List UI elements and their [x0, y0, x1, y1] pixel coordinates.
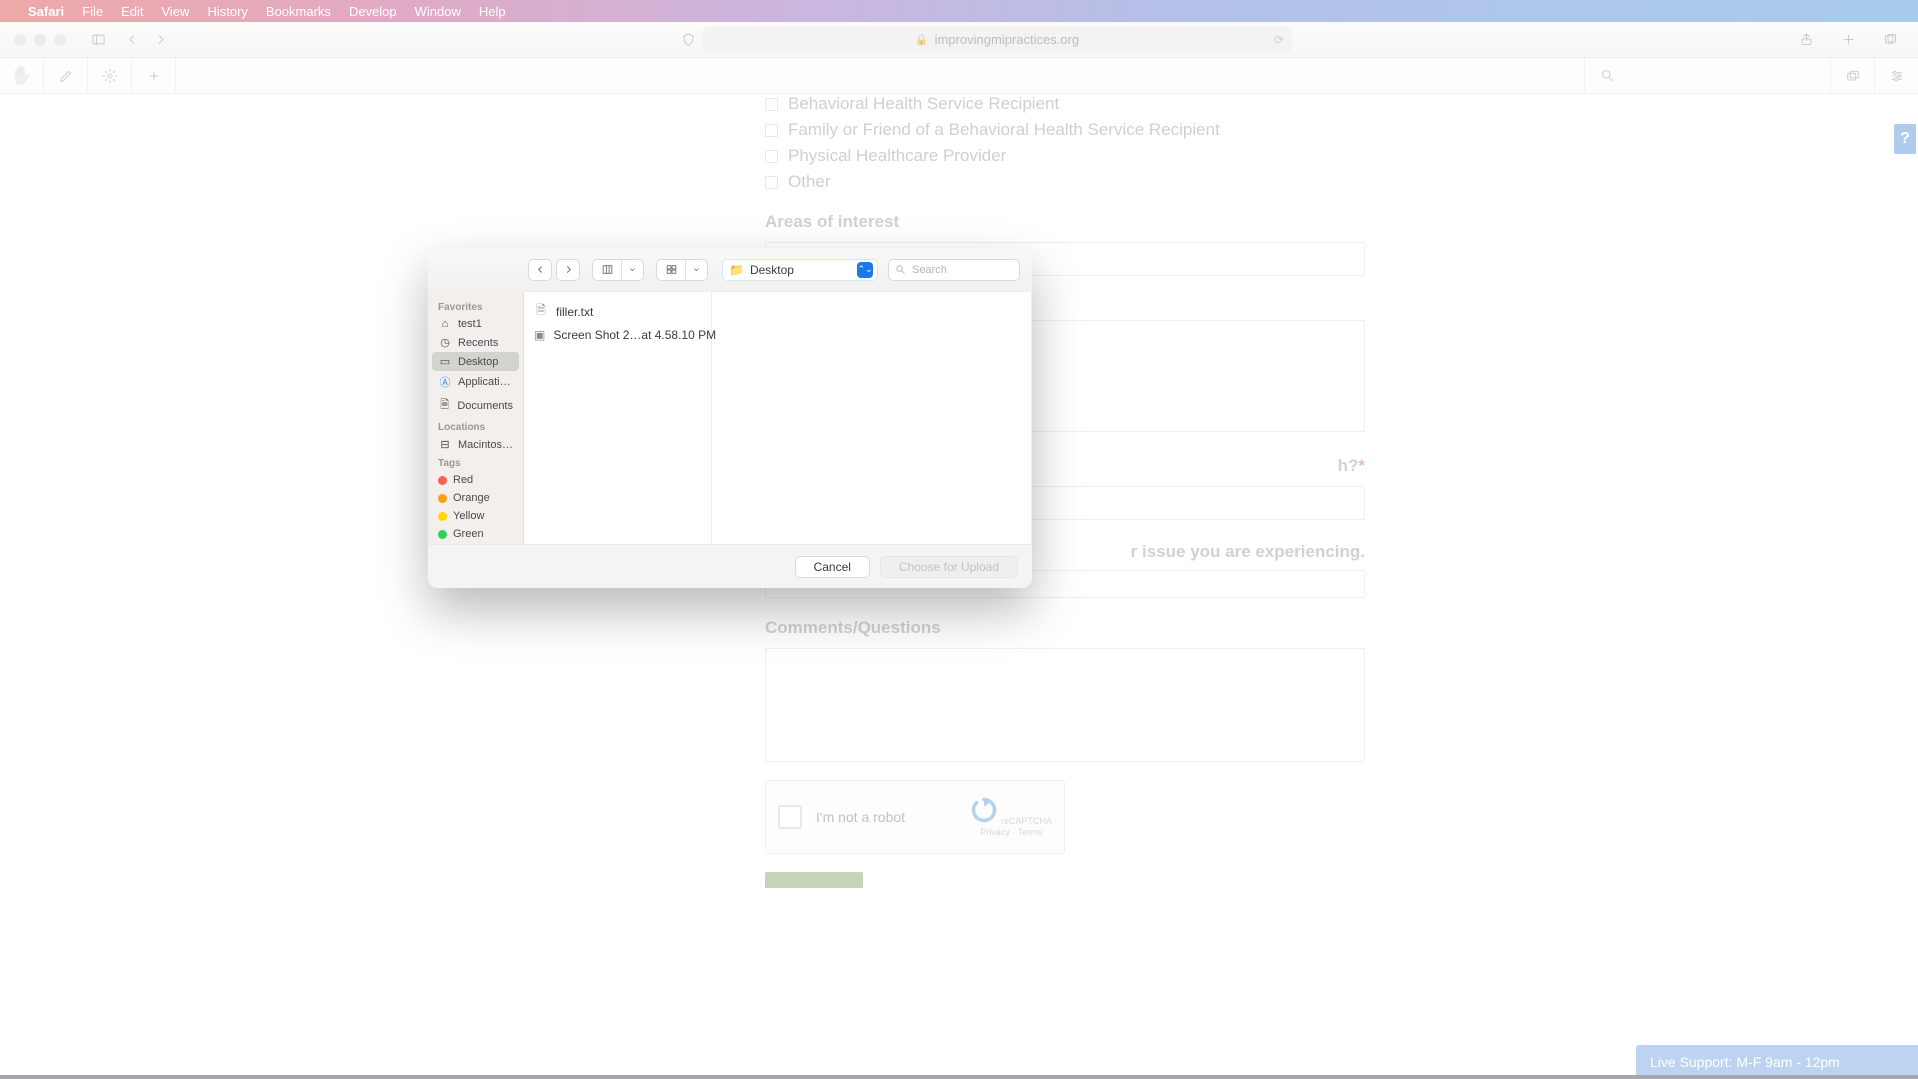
recaptcha-checkbox[interactable] — [778, 805, 802, 829]
checkbox-row[interactable]: Physical Healthcare Provider — [765, 146, 1375, 166]
forward-button[interactable] — [146, 29, 174, 51]
cancel-button[interactable]: Cancel — [795, 556, 870, 578]
reload-icon[interactable]: ⟳ — [1274, 33, 1284, 47]
sidebar-tag-red[interactable]: Red — [432, 471, 519, 489]
location-popup[interactable]: 📁 Desktop ⌃⌄ — [722, 259, 878, 281]
help-tab[interactable]: ? — [1892, 122, 1918, 156]
sidebar-heading-locations: Locations — [432, 418, 519, 435]
new-tab-icon[interactable] — [1834, 29, 1862, 51]
view-dropdown-icon[interactable] — [621, 260, 643, 280]
address-bar[interactable]: 🔒 improvingmipractices.org ⟳ — [702, 27, 1292, 53]
menu-view[interactable]: View — [162, 4, 190, 19]
sidebar-item-recents[interactable]: ◷Recents — [432, 333, 519, 352]
safari-toolbar: 🔒 improvingmipractices.org ⟳ — [0, 22, 1918, 58]
submit-button[interactable] — [765, 872, 863, 888]
file-row[interactable]: 🗎filler.txt — [524, 298, 711, 325]
tag-dot-icon — [438, 512, 447, 521]
sidebar-item-macintosh[interactable]: ⊟Macintos… — [432, 435, 519, 454]
macos-menubar: Safari File Edit View History Bookmarks … — [0, 0, 1918, 22]
tabs-overview-icon[interactable] — [1876, 29, 1904, 51]
window-traffic-lights[interactable] — [0, 34, 66, 46]
choose-for-upload-button[interactable]: Choose for Upload — [880, 556, 1018, 578]
dialog-footer: Cancel Choose for Upload — [428, 544, 1032, 588]
sidebar-item-desktop[interactable]: ▭Desktop — [432, 352, 519, 371]
gear-icon[interactable] — [88, 58, 132, 94]
layers-icon[interactable] — [1830, 58, 1874, 94]
url-text: improvingmipractices.org — [935, 32, 1080, 47]
checkbox-row[interactable]: Behavioral Health Service Recipient — [765, 94, 1375, 114]
checkbox-row[interactable]: Family or Friend of a Behavioral Health … — [765, 120, 1375, 140]
dialog-toolbar: 📁 Desktop ⌃⌄ Search — [428, 248, 1032, 292]
sidebar-heading-favorites: Favorites — [432, 298, 519, 315]
dialog-back-button[interactable] — [528, 259, 552, 281]
location-label: Desktop — [750, 263, 794, 277]
menu-history[interactable]: History — [207, 4, 247, 19]
file-column: 🗎filler.txt ▣Screen Shot 2…at 4.58.10 PM — [524, 292, 712, 544]
sidebar-item-applications[interactable]: ⒶApplicati… — [432, 371, 519, 393]
preview-column — [712, 292, 1032, 544]
recaptcha-logo: reCAPTCHAPrivacy · Terms — [970, 796, 1052, 838]
sidebar-tag-yellow[interactable]: Yellow — [432, 507, 519, 525]
apps-icon: Ⓐ — [438, 374, 452, 390]
share-icon[interactable] — [1792, 29, 1820, 51]
document-icon: 🗎 — [438, 396, 451, 415]
sidebar-tag-green[interactable]: Green — [432, 525, 519, 543]
sidebar-toggle-icon[interactable] — [84, 29, 112, 51]
recaptcha-label: I'm not a robot — [816, 809, 905, 825]
checkbox-label: Other — [788, 172, 831, 192]
hand-tool-icon[interactable]: ✋ — [0, 58, 44, 94]
dialog-sidebar: Favorites ⌂test1 ◷Recents ▭Desktop ⒶAppl… — [428, 292, 524, 544]
sidebar-item-documents[interactable]: 🗎Documents — [432, 393, 519, 418]
menu-bookmarks[interactable]: Bookmarks — [266, 4, 331, 19]
sliders-icon[interactable] — [1874, 58, 1918, 94]
search-placeholder: Search — [912, 264, 947, 276]
file-open-dialog: 📁 Desktop ⌃⌄ Search Favorites ⌂test1 ◷Re… — [428, 248, 1032, 588]
file-row[interactable]: ▣Screen Shot 2…at 4.58.10 PM — [524, 325, 711, 345]
view-columns-icon[interactable] — [593, 260, 621, 280]
privacy-report-icon[interactable] — [674, 29, 702, 51]
checkbox-row[interactable]: Other — [765, 172, 1375, 192]
menu-file[interactable]: File — [82, 4, 103, 19]
tag-dot-icon — [438, 494, 447, 503]
comments-textarea[interactable] — [765, 648, 1365, 762]
app-toolbar: ✋ — [0, 58, 1918, 94]
lock-icon: 🔒 — [915, 33, 929, 46]
recaptcha[interactable]: I'm not a robot reCAPTCHAPrivacy · Terms — [765, 780, 1065, 854]
file-icon: 🗎 — [534, 301, 548, 322]
checkbox-label: Behavioral Health Service Recipient — [788, 94, 1059, 114]
disk-icon: ⊟ — [438, 438, 452, 451]
app-name[interactable]: Safari — [28, 4, 64, 19]
comments-heading: Comments/Questions — [765, 618, 1375, 638]
sidebar-tag-orange[interactable]: Orange — [432, 489, 519, 507]
live-support-bar[interactable]: Live Support: M-F 9am - 12pm — [1636, 1045, 1918, 1079]
home-icon: ⌂ — [438, 318, 452, 330]
sidebar-heading-tags: Tags — [432, 454, 519, 471]
tag-dot-icon — [438, 530, 447, 539]
pencil-icon[interactable] — [44, 58, 88, 94]
areas-heading: Areas of interest — [765, 212, 1375, 232]
toolbar-search-icon[interactable] — [1584, 58, 1630, 94]
dialog-forward-button[interactable] — [556, 259, 580, 281]
clock-icon: ◷ — [438, 336, 452, 349]
desktop-icon: ▭ — [438, 355, 452, 368]
chevron-updown-icon: ⌃⌄ — [857, 262, 873, 278]
tag-dot-icon — [438, 476, 447, 485]
add-icon[interactable] — [132, 58, 176, 94]
image-icon: ▣ — [534, 328, 545, 342]
folder-icon: 📁 — [729, 263, 744, 277]
menu-develop[interactable]: Develop — [349, 4, 397, 19]
checkbox-label: Physical Healthcare Provider — [788, 146, 1006, 166]
dock-edge — [0, 1075, 1918, 1079]
back-button[interactable] — [118, 29, 146, 51]
dialog-search[interactable]: Search — [888, 259, 1020, 281]
sidebar-item-test1[interactable]: ⌂test1 — [432, 315, 519, 333]
menu-help[interactable]: Help — [479, 4, 506, 19]
checkbox-label: Family or Friend of a Behavioral Health … — [788, 120, 1220, 140]
group-icon[interactable] — [657, 260, 685, 280]
menu-edit[interactable]: Edit — [121, 4, 143, 19]
group-dropdown-icon[interactable] — [685, 260, 707, 280]
menu-window[interactable]: Window — [415, 4, 461, 19]
